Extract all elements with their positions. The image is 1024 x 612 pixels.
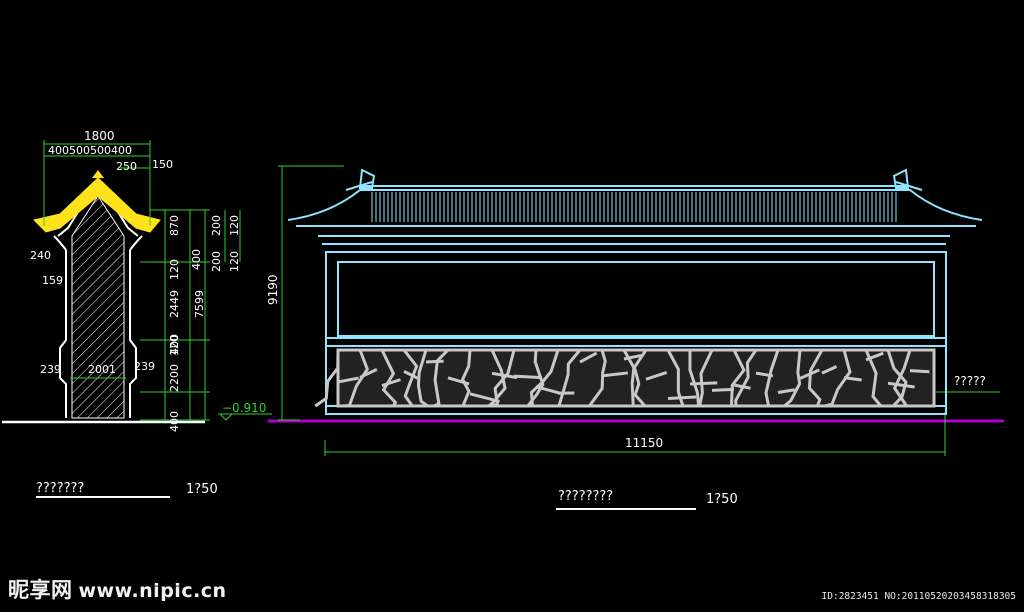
watermark-logo: 昵享网 www.nipic.cn	[8, 574, 227, 604]
section-dim-eave-right2: 150	[152, 158, 173, 171]
elevation-side-note: ?????	[954, 374, 986, 388]
stone-crack-line	[909, 369, 930, 374]
section-scale: 1?50	[186, 482, 218, 497]
section-dim-7599: 7599	[193, 290, 206, 318]
stone-crack-line	[513, 374, 543, 380]
cad-drawing-canvas: 1800 400500500400 250 150 240 159 239 20…	[2, 129, 1004, 510]
elevation-title: ????????	[558, 489, 613, 504]
section-dim-eave-right: 250	[116, 160, 137, 173]
elevation-dim-height: 9190	[266, 274, 280, 305]
section-dim-base-center: 2001	[88, 363, 116, 376]
wall-elevation: 9190 11150 ????? ???????? 1?50	[266, 165, 1004, 510]
section-title: ???????	[36, 481, 84, 496]
section-dim-200a: 200	[210, 215, 223, 236]
wall-section: 1800 400500500400 250 150 240 159 239 20…	[2, 129, 272, 498]
section-dim-120: 120	[168, 259, 181, 280]
stone-crack-line	[425, 359, 444, 364]
elevation-dim-width: 11150	[625, 436, 663, 450]
section-dim-239-left: 239	[40, 363, 61, 376]
section-dim-eave-left: 240	[30, 249, 51, 262]
section-dim-top-width: 1800	[84, 129, 115, 143]
section-dim-239-right: 239	[134, 360, 155, 373]
section-dim-120b: 120	[228, 251, 241, 272]
section-dim-400c: 400	[168, 411, 181, 432]
watermark-logo-cn: 昵享网	[8, 578, 73, 602]
elevation-scale: 1?50	[706, 492, 738, 507]
section-dim-2449: 2449	[168, 290, 181, 318]
section-dim-159: 159	[42, 274, 63, 287]
section-dim-400: 400	[190, 249, 203, 270]
stone-crack-line	[689, 381, 718, 386]
section-dim-top-parts: 400500500400	[48, 144, 132, 157]
section-dim-120a: 120	[228, 215, 241, 236]
section-dim-400b: 400	[168, 334, 181, 355]
stone-crack-line	[667, 395, 697, 401]
section-dim-870: 870	[168, 215, 181, 236]
section-dim-200b: 200	[210, 251, 223, 272]
watermark-logo-url: www.nipic.cn	[78, 580, 227, 602]
watermark-id: ID:2823451 NO:20110520203458318305	[821, 591, 1016, 602]
level-label: −0.910	[222, 401, 266, 415]
section-dim-2200: 2200	[168, 364, 181, 392]
